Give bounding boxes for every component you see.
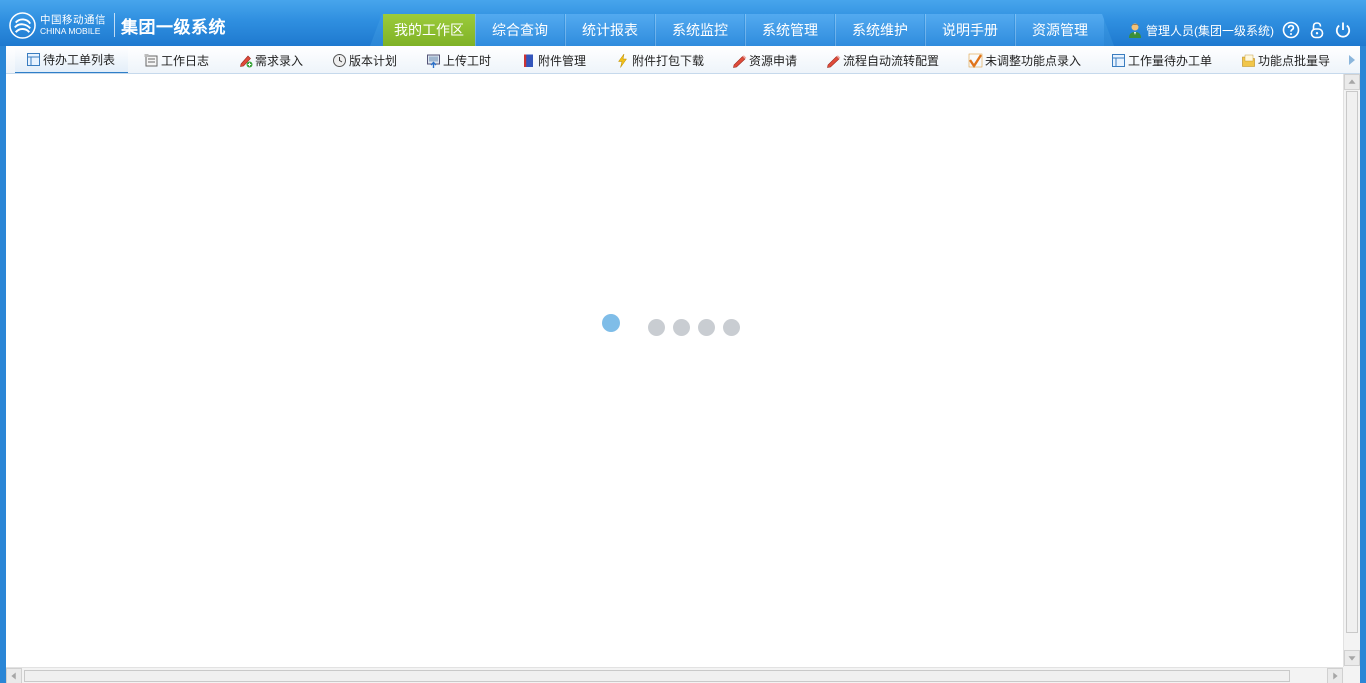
toolbar-scroll-right-icon[interactable] — [1346, 53, 1358, 67]
toolbar-item[interactable]: 流程自动流转配置 — [826, 46, 940, 73]
toolbar-item[interactable]: 附件管理 — [521, 46, 587, 73]
scrollbar-corner — [1343, 667, 1360, 683]
toolbar-item[interactable]: 版本计划 — [332, 46, 398, 73]
pencil-icon — [733, 54, 747, 68]
toolbar-item[interactable]: 待办工单列表 — [15, 46, 128, 73]
power-icon[interactable] — [1334, 21, 1352, 39]
help-icon[interactable] — [1282, 21, 1300, 39]
workspace-area — [6, 74, 1360, 683]
arrow-up-icon — [1348, 79, 1356, 84]
toolbar-item-label: 未调整功能点录入 — [985, 53, 1082, 68]
logo-divider — [114, 13, 115, 37]
vertical-scrollbar[interactable] — [1343, 74, 1360, 667]
upload-icon — [427, 54, 440, 68]
scroll-down-button[interactable] — [1344, 650, 1360, 666]
toolbar-item-label: 待办工单列表 — [43, 52, 116, 67]
nav-tab[interactable]: 说明手册 — [925, 14, 1014, 46]
toolbar-item-label: 工作日志 — [161, 53, 210, 68]
vertical-scroll-thumb[interactable] — [1346, 91, 1358, 633]
toolbar-item[interactable]: 功能点批量导 — [1241, 46, 1331, 73]
nav-tab[interactable]: 系统管理 — [745, 14, 834, 46]
loading-indicator — [602, 314, 752, 338]
toolbar-item-label: 附件管理 — [538, 53, 587, 68]
toolbar-item[interactable]: 资源申请 — [732, 46, 798, 73]
pencil-icon — [827, 54, 841, 68]
lightning-icon — [618, 53, 627, 68]
toolbar-item[interactable]: 未调整功能点录入 — [968, 46, 1082, 73]
nav-tab[interactable]: 综合查询 — [475, 14, 564, 46]
loading-dot — [723, 319, 740, 336]
toolbar-item-label: 功能点批量导 — [1258, 53, 1331, 68]
toolbar-item-label: 版本计划 — [349, 53, 398, 68]
china-mobile-logo-icon — [9, 11, 36, 39]
arrow-left-icon — [11, 672, 16, 680]
loading-dot-active — [602, 314, 620, 332]
content-frame: 待办工单列表 工作日志 需求录入 版本计划 上传工时 附件管理 附件打包下载 资源申请 流程自动… — [6, 46, 1360, 683]
system-title: 集团一级系统 — [121, 17, 226, 37]
arrow-down-icon — [1348, 656, 1356, 661]
toolbar-item-label: 流程自动流转配置 — [843, 53, 940, 68]
toolbar-item-label: 需求录入 — [255, 53, 304, 68]
logo-text: 中国移动通信 CHINA MOBILE — [40, 13, 106, 36]
toolbar-item[interactable]: 附件打包下载 — [615, 46, 705, 73]
scroll-up-button[interactable] — [1344, 74, 1360, 90]
nav-tab[interactable]: 系统维护 — [835, 14, 924, 46]
brand: 中国移动通信 CHINA MOBILE 集团一级系统 — [9, 11, 226, 39]
user-area: 管理人员(集团一级系统) — [1127, 20, 1352, 40]
nav-tab[interactable]: 系统监控 — [655, 14, 744, 46]
main-nav: 我的工作区 综合查询 统计报表 系统监控 系统管理 系统维护 说明手册 资源管理 — [370, 14, 1114, 46]
nav-tab[interactable]: 资源管理 — [1015, 14, 1104, 46]
book-icon — [524, 54, 533, 67]
toolbar-item-label: 附件打包下载 — [632, 53, 705, 68]
check-icon — [968, 53, 983, 68]
header-bar: 中国移动通信 CHINA MOBILE 集团一级系统 我的工作区 综合查询 统计报表… — [0, 0, 1366, 46]
logo-en-text: CHINA MOBILE — [40, 25, 101, 36]
user-name-label[interactable]: 管理人员(集团一级系统) — [1146, 22, 1274, 39]
arrow-right-icon — [1333, 672, 1338, 680]
clock-icon — [333, 53, 346, 67]
toolbar-item[interactable]: 上传工时 — [426, 46, 492, 73]
list-icon — [1112, 53, 1125, 67]
nav-tab[interactable]: 我的工作区 — [383, 14, 475, 46]
loading-dot — [673, 319, 690, 336]
loading-dot — [648, 319, 665, 336]
app-window: 中国移动通信 CHINA MOBILE 集团一级系统 我的工作区 综合查询 统计报表… — [0, 0, 1366, 683]
loading-dot — [698, 319, 715, 336]
folder-icon — [1242, 54, 1255, 67]
horizontal-scroll-thumb[interactable] — [24, 670, 1290, 682]
user-icon — [1129, 23, 1141, 38]
toolbar-item-label: 资源申请 — [749, 53, 798, 68]
toolbar-item-label: 工作量待办工单 — [1128, 53, 1213, 68]
log-icon — [144, 53, 158, 66]
toolbar-item-label: 上传工时 — [443, 53, 492, 68]
toolbar-item[interactable]: 工作量待办工单 — [1111, 46, 1213, 73]
scroll-right-button[interactable] — [1327, 668, 1343, 683]
horizontal-scrollbar[interactable] — [6, 667, 1343, 683]
lock-icon[interactable] — [1308, 21, 1326, 39]
nav-tab[interactable]: 统计报表 — [565, 14, 654, 46]
list-icon — [27, 52, 40, 66]
toolbar-item[interactable]: 需求录入 — [238, 46, 304, 73]
toolbar-item[interactable]: 工作日志 — [144, 46, 210, 73]
scroll-left-button[interactable] — [6, 668, 22, 683]
function-toolbar: 待办工单列表 工作日志 需求录入 版本计划 上传工时 附件管理 附件打包下载 资源申请 流程自动… — [6, 46, 1360, 74]
logo-cn-text: 中国移动通信 — [40, 13, 106, 26]
pencil-add-icon — [240, 55, 253, 67]
